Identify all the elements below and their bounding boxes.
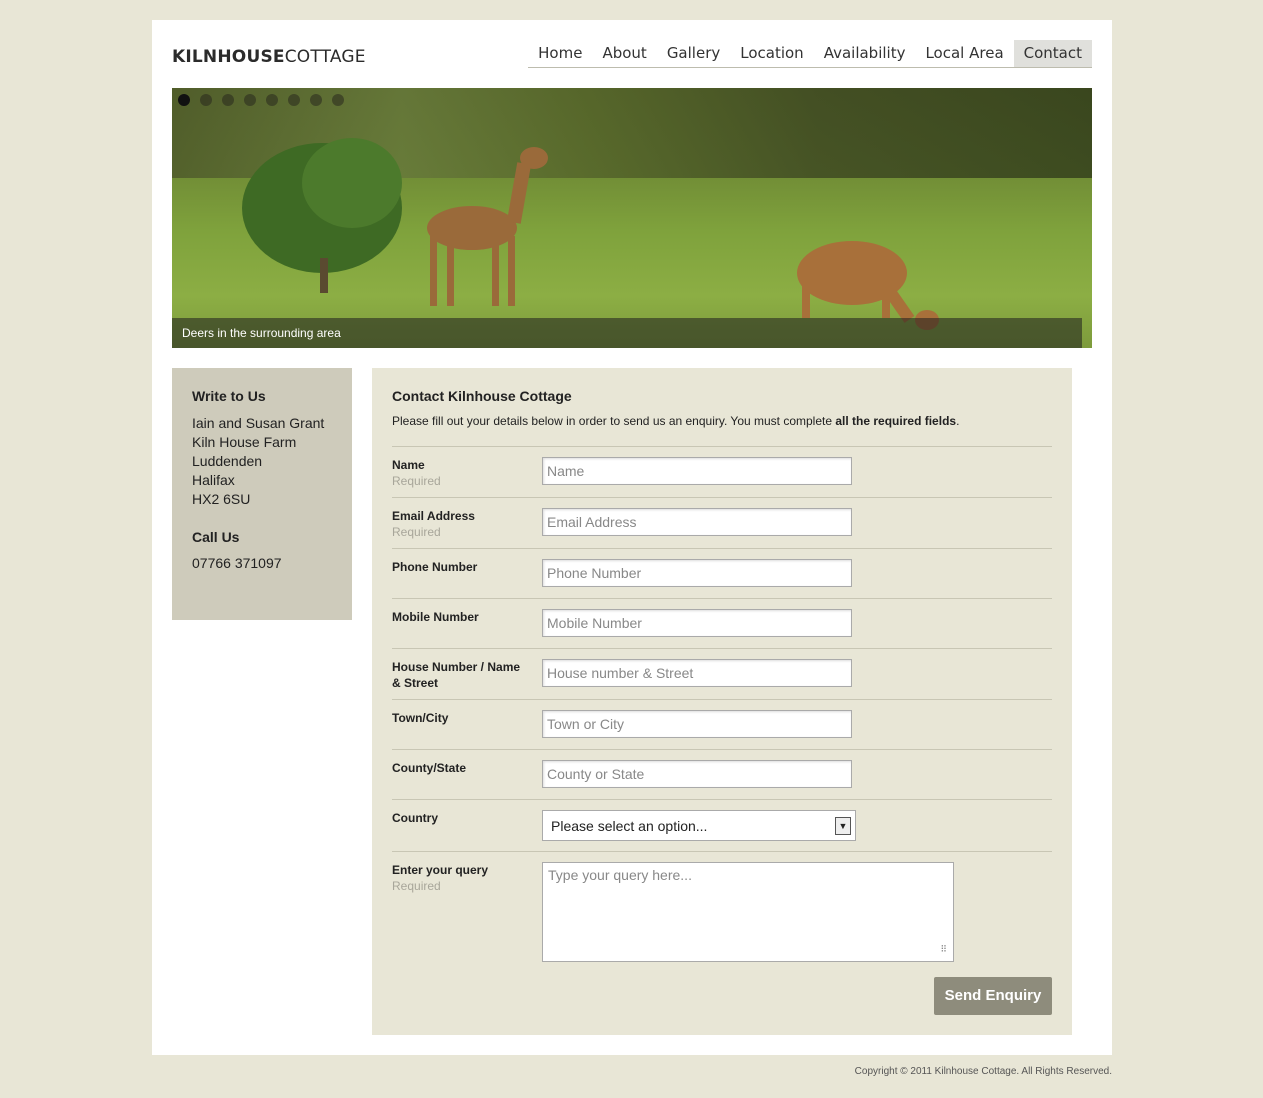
form-row-phone: Phone Number Phone Number (392, 548, 1052, 598)
slider-dot[interactable] (332, 94, 344, 106)
bush-shape-top (302, 138, 402, 228)
label-text: County/State (392, 761, 467, 775)
field-label: Enter your query Required (392, 862, 532, 894)
contact-sidebar: Write to Us Iain and Susan Grant Kiln Ho… (172, 368, 352, 620)
site-logo[interactable]: KILNHOUSECOTTAGE (172, 47, 366, 67)
form-row-mobile: Mobile Number Mobile Number (392, 598, 1052, 648)
form-row-town: Town/City Town or City (392, 699, 1052, 749)
town-input[interactable]: Town or City (542, 710, 852, 738)
send-enquiry-button[interactable]: Send Enquiry (934, 977, 1052, 1015)
slider-dot[interactable] (178, 94, 190, 106)
form-row-name: Name Required Name (392, 446, 1052, 497)
label-text: Email Address (392, 509, 475, 523)
nav-contact[interactable]: Contact (1013, 40, 1092, 67)
name-input[interactable]: Name (542, 457, 852, 485)
slider-dots (178, 94, 344, 106)
required-tag: Required (392, 525, 441, 539)
dropdown-arrow-icon[interactable]: ▼ (835, 817, 851, 835)
slider-dot[interactable] (288, 94, 300, 106)
slider-dot[interactable] (222, 94, 234, 106)
form-row-county: County/State County or State (392, 749, 1052, 799)
intro-end: . (956, 414, 960, 428)
address-line: Kiln House Farm (192, 434, 297, 450)
copyright-footer: Copyright © 2011 Kilnhouse Cottage. All … (854, 1066, 1112, 1077)
intro-bold: all the required fields (835, 414, 957, 428)
label-text: Enter your query (392, 863, 489, 877)
address-line: Iain and Susan Grant (192, 415, 325, 431)
field-label: House Number / Name & Street (392, 659, 532, 691)
logo-light: COTTAGE (284, 47, 366, 67)
phone-number: 07766 371097 (192, 555, 282, 571)
query-textarea[interactable]: Type your query here... ⠿ (542, 862, 954, 962)
label-text: Phone Number (392, 560, 478, 574)
label-text: House Number / Name & Street (392, 660, 521, 690)
nav-location[interactable]: Location (730, 40, 813, 67)
deer-left (427, 147, 548, 306)
county-input[interactable]: County or State (542, 760, 852, 788)
nav-about[interactable]: About (592, 40, 656, 67)
street-input[interactable]: House number & Street (542, 659, 852, 687)
country-select[interactable]: Please select an option... ▼ (542, 810, 856, 841)
contact-form-panel: Contact Kilnhouse Cottage Please fill ou… (372, 368, 1072, 1035)
nav-home[interactable]: Home (528, 40, 592, 67)
required-tag: Required (392, 879, 441, 893)
label-text: Name (392, 458, 425, 472)
field-label: Town/City (392, 710, 532, 726)
bush-trunk (320, 258, 328, 293)
slider-dot[interactable] (200, 94, 212, 106)
field-label: Phone Number (392, 559, 532, 575)
intro-text: Please fill out your details below in or… (392, 414, 836, 428)
email-input[interactable]: Email Address (542, 508, 852, 536)
logo-bold: KILNHOUSE (172, 47, 285, 67)
form-title: Contact Kilnhouse Cottage (392, 388, 572, 404)
nav-local-area[interactable]: Local Area (915, 40, 1013, 67)
slider-caption: Deers in the surrounding area (172, 318, 1082, 348)
deer-right (797, 241, 939, 330)
address-line: Luddenden (192, 453, 263, 469)
field-label: Email Address Required (392, 508, 532, 540)
nav-availability[interactable]: Availability (814, 40, 916, 67)
slider-dot[interactable] (244, 94, 256, 106)
deer-photo (242, 138, 939, 330)
field-label: Name Required (392, 457, 532, 489)
field-label: Country (392, 811, 438, 825)
address-line: Halifax (192, 472, 235, 488)
call-title: Call Us (192, 529, 240, 545)
form-row-street: House Number / Name & Street House numbe… (392, 648, 1052, 699)
form-intro: Please fill out your details below in or… (392, 414, 1052, 428)
resize-grip-icon[interactable]: ⠿ (940, 944, 947, 955)
image-slider: Deers in the surrounding area (172, 88, 1092, 348)
write-title: Write to Us (192, 388, 266, 404)
form-row-email: Email Address Required Email Address (392, 497, 1052, 548)
field-label: County/State (392, 760, 532, 776)
phone-input[interactable]: Phone Number (542, 559, 852, 587)
query-placeholder: Type your query here... (548, 867, 692, 883)
slider-dot[interactable] (266, 94, 278, 106)
main-nav: Home About Gallery Location Availability… (528, 40, 1092, 68)
mobile-input[interactable]: Mobile Number (542, 609, 852, 637)
required-tag: Required (392, 474, 441, 488)
form-row-country: Country Please select an option... ▼ (392, 799, 1052, 851)
field-label: Mobile Number (392, 609, 532, 625)
label-text: Town/City (392, 711, 449, 725)
address-line: HX2 6SU (192, 491, 251, 507)
postal-address: Iain and Susan Grant Kiln House Farm Lud… (192, 414, 332, 509)
form-row-query: Enter your query Required Type your query… (392, 851, 1052, 972)
label-text: Mobile Number (392, 610, 479, 624)
nav-gallery[interactable]: Gallery (657, 40, 730, 67)
page-container: KILNHOUSECOTTAGE Home About Gallery Loca… (152, 20, 1112, 1055)
slider-dot[interactable] (310, 94, 322, 106)
country-selected-value: Please select an option... (551, 818, 708, 834)
